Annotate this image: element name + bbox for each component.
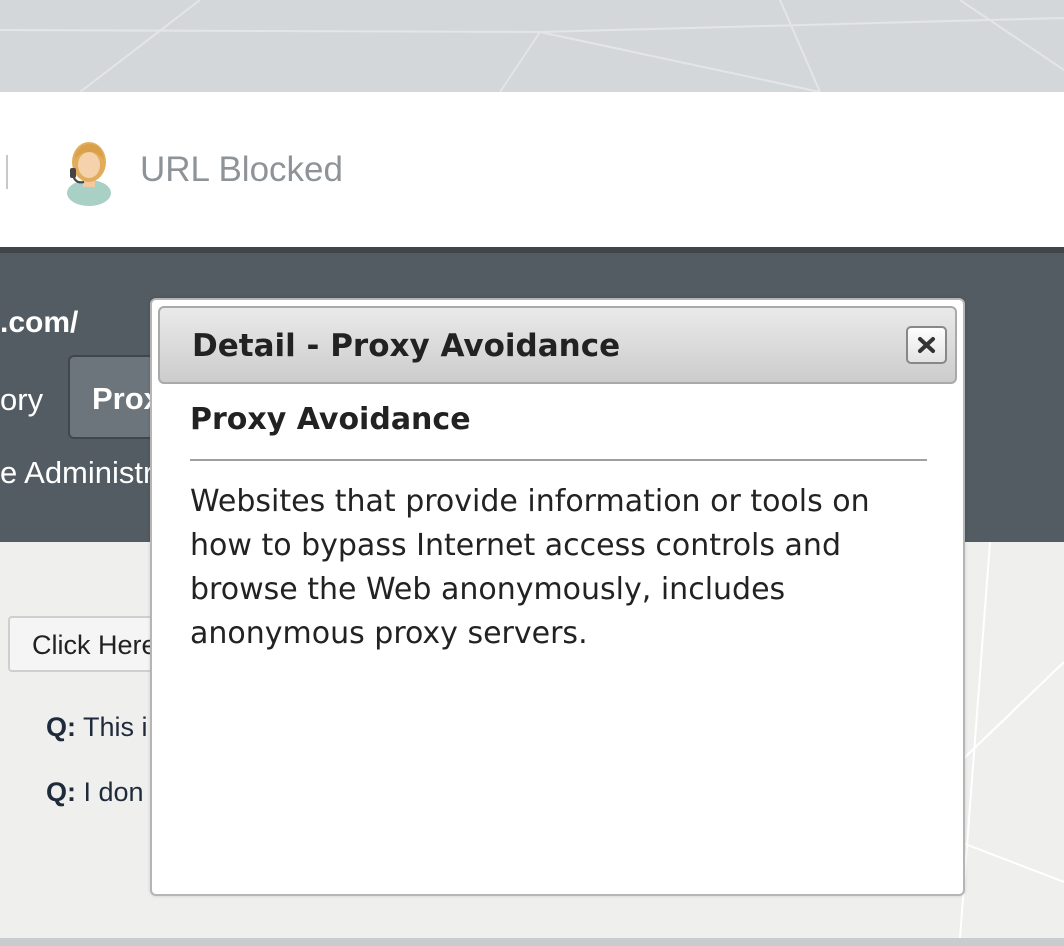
dialog-heading: Proxy Avoidance bbox=[190, 402, 471, 437]
faq-question-text: I don bbox=[83, 777, 144, 807]
faq-question-1[interactable]: Q: This i bbox=[46, 712, 148, 743]
admin-notice: e Administra bbox=[0, 455, 171, 490]
bottom-strip bbox=[0, 938, 1064, 946]
close-button[interactable] bbox=[906, 326, 947, 364]
tab-category[interactable]: ory bbox=[0, 382, 43, 418]
faq-q-label: Q: bbox=[46, 777, 76, 807]
faq-question-text: This i bbox=[83, 712, 148, 742]
blocked-url: .com/ bbox=[0, 306, 79, 339]
close-icon bbox=[918, 337, 935, 353]
header-divider bbox=[6, 155, 8, 189]
dialog-divider bbox=[190, 459, 927, 461]
dialog-title: Detail - Proxy Avoidance bbox=[192, 328, 621, 364]
detail-dialog: Detail - Proxy Avoidance Proxy Avoidance… bbox=[150, 298, 965, 896]
page-title: URL Blocked bbox=[140, 150, 343, 189]
faq-q-label: Q: bbox=[46, 712, 76, 742]
faq-question-2[interactable]: Q: I don bbox=[46, 777, 144, 808]
dialog-description: Websites that provide information or too… bbox=[190, 484, 870, 651]
support-agent-icon bbox=[67, 142, 111, 206]
dialog-titlebar[interactable]: Detail - Proxy Avoidance bbox=[158, 306, 957, 384]
